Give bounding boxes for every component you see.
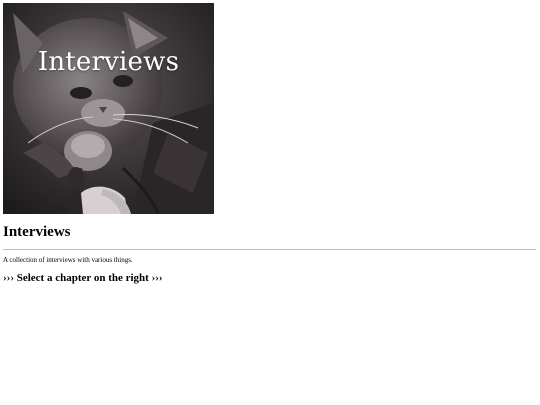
divider <box>3 249 536 250</box>
page-title: Interviews <box>3 224 71 240</box>
chapter-prompt: ››› Select a chapter on the right ››› <box>3 272 163 284</box>
cover-image: Interviews <box>3 3 214 214</box>
cover-title: Interviews <box>37 47 180 77</box>
cat-photo <box>3 3 214 214</box>
page-description: A collection of interviews with various … <box>3 256 133 264</box>
